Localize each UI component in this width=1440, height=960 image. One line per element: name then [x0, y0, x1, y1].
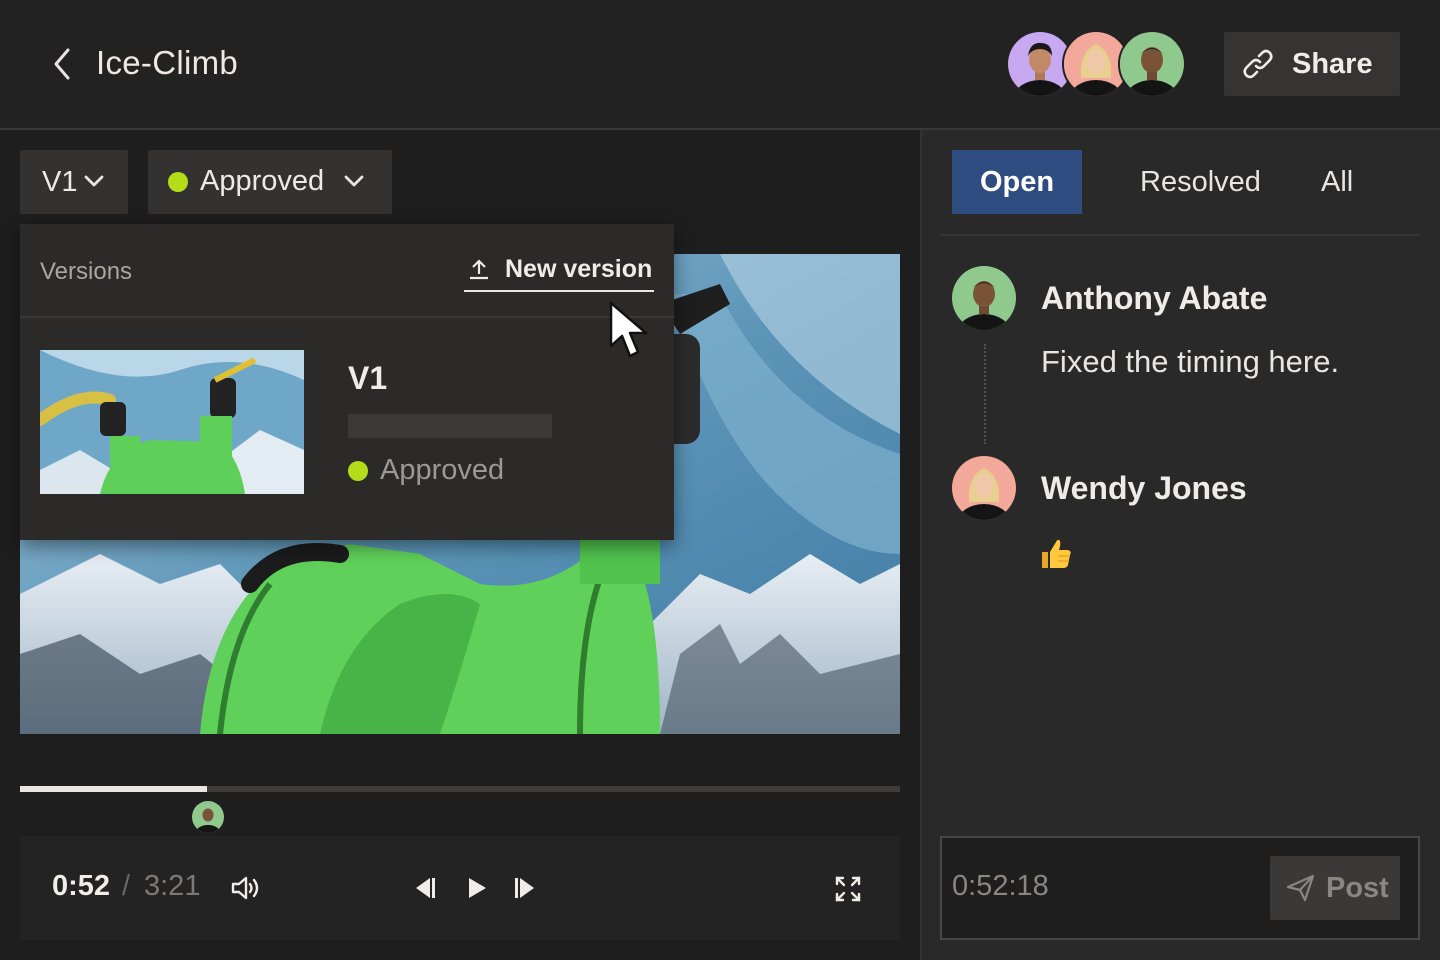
status-selector[interactable]: Approved	[148, 150, 392, 214]
upload-icon	[470, 259, 488, 280]
link-icon	[1243, 49, 1273, 79]
versions-title: Versions	[40, 258, 133, 285]
thumbs-up-icon	[1042, 539, 1071, 568]
version-selector[interactable]: V1	[20, 150, 128, 214]
comment-author: Wendy Jones	[1041, 470, 1247, 506]
avatar[interactable]	[952, 456, 1016, 520]
next-frame-icon[interactable]	[512, 876, 538, 900]
thread-line	[984, 344, 986, 444]
comment-marker-avatar[interactable]	[191, 800, 225, 834]
back-button[interactable]	[48, 46, 78, 82]
avatar[interactable]	[1118, 30, 1186, 98]
tab-resolved[interactable]: Resolved	[1140, 150, 1261, 214]
top-bar: Ice-Climb Share	[0, 0, 1440, 130]
post-label: Post	[1326, 872, 1389, 904]
timeline-progress	[20, 786, 208, 792]
comment-reaction: 👍	[1038, 536, 1074, 572]
tab-open[interactable]: Open	[952, 150, 1082, 214]
playback-controls: 0:52 / 3:21	[20, 836, 900, 940]
total-time: 3:21	[144, 870, 201, 902]
play-icon[interactable]	[466, 876, 488, 900]
comment-author: Anthony Abate	[1041, 280, 1268, 316]
playback-timeline[interactable]	[20, 786, 900, 792]
version-selector-label: V1	[42, 166, 78, 198]
version-thumbnail	[40, 350, 304, 494]
share-label: Share	[1292, 48, 1373, 80]
versions-dropdown-header: Versions New version	[20, 224, 674, 318]
status-selector-label: Approved	[200, 165, 325, 197]
chevron-down-icon	[344, 175, 364, 187]
version-item-status-label: Approved	[380, 454, 505, 486]
post-button[interactable]: Post	[1270, 856, 1400, 920]
version-item-placeholder	[348, 414, 552, 438]
comment-timestamp-field[interactable]	[952, 870, 1152, 903]
tab-all[interactable]: All	[1321, 150, 1353, 214]
volume-icon[interactable]	[230, 874, 262, 902]
previous-frame-icon[interactable]	[412, 876, 438, 900]
new-version-button[interactable]: New version	[464, 254, 655, 292]
page-title: Ice-Climb	[96, 44, 239, 81]
current-time: 0:52	[52, 870, 111, 902]
collaborator-avatars[interactable]	[1006, 30, 1190, 98]
versions-dropdown: Versions New version V1 Approved	[20, 224, 674, 540]
version-item-name: V1	[348, 360, 388, 396]
new-version-label: New version	[505, 255, 653, 283]
status-dot	[168, 172, 188, 192]
tabs-divider	[940, 234, 1420, 236]
comment-text: Fixed the timing here.	[1041, 344, 1340, 379]
share-button[interactable]: Share	[1224, 32, 1400, 96]
avatar[interactable]	[952, 266, 1016, 330]
send-icon	[1286, 874, 1315, 902]
status-dot	[348, 461, 368, 481]
fullscreen-icon[interactable]	[835, 876, 861, 902]
time-separator: /	[122, 870, 131, 902]
version-list-item[interactable]: V1 Approved	[20, 318, 674, 540]
chevron-down-icon	[84, 175, 104, 187]
chevron-left-icon	[54, 48, 70, 80]
cursor-icon	[609, 301, 648, 358]
